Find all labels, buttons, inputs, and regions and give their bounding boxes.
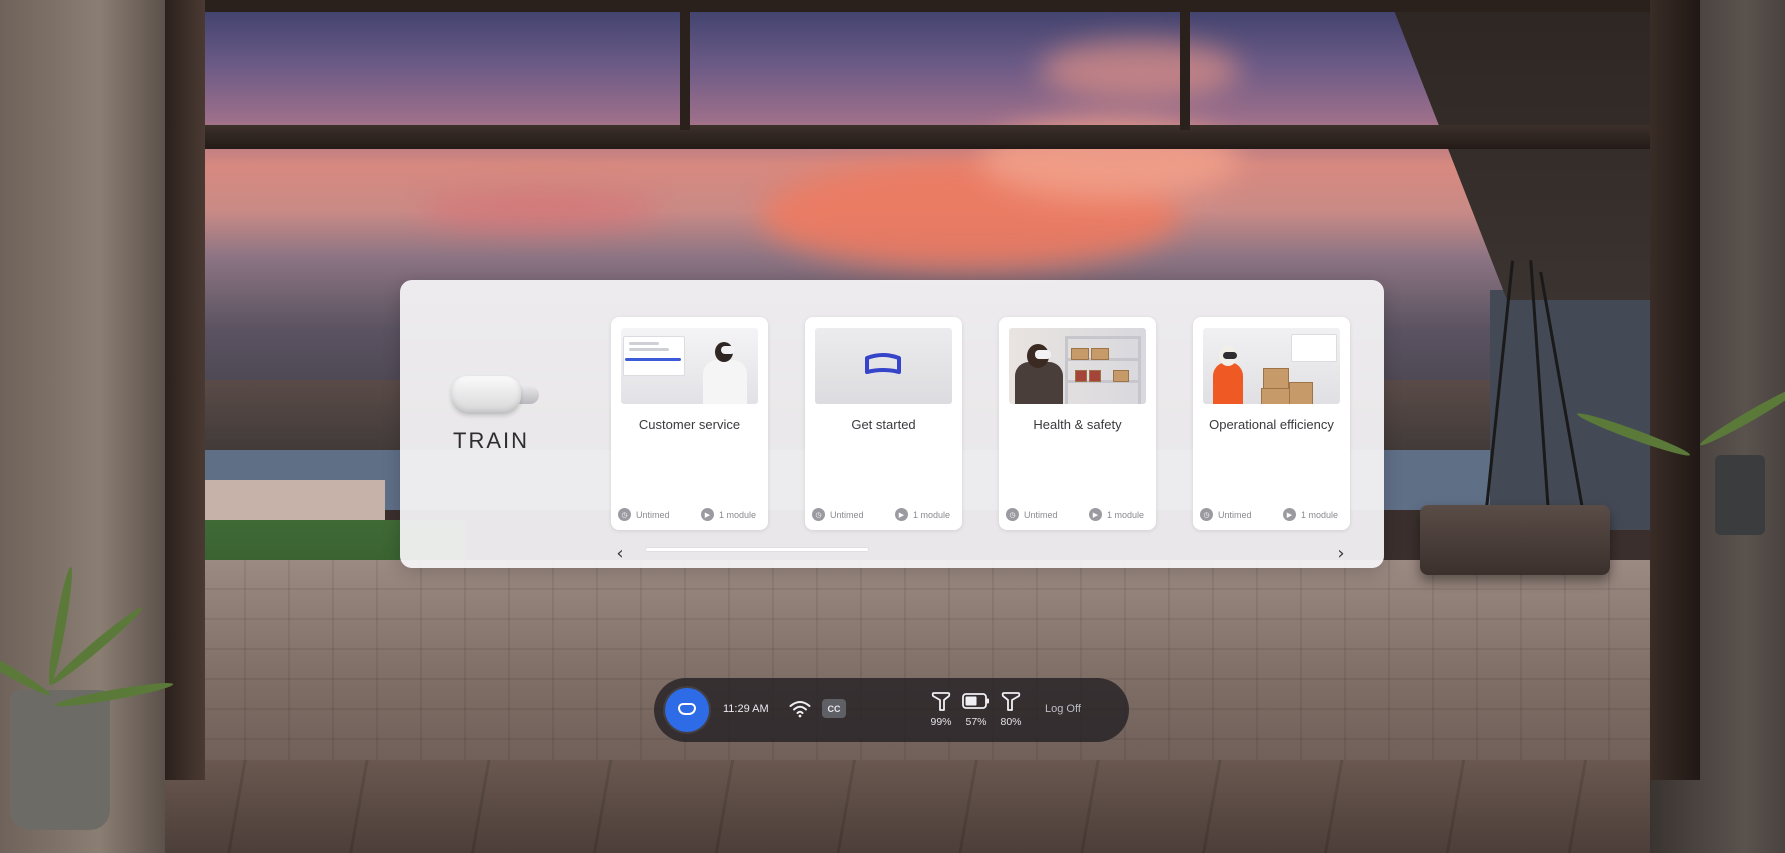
course-modules: ▶ 1 module <box>1089 508 1144 521</box>
duration-label: Untimed <box>1024 509 1058 520</box>
course-thumbnail <box>1203 328 1340 404</box>
system-taskbar: 11:29 AM CC 99% 57% 80% Log Off <box>654 678 1129 742</box>
course-modules: ▶ 1 module <box>701 508 756 521</box>
clock-time: 11:29 AM <box>723 703 769 715</box>
house <box>1490 290 1650 530</box>
modules-label: 1 module <box>1301 509 1339 520</box>
captions-button[interactable]: CC <box>822 699 846 718</box>
wifi-icon[interactable] <box>789 700 811 718</box>
headset-home-icon <box>678 703 696 715</box>
modules-label: 1 module <box>1107 509 1145 520</box>
right-controller-battery: 80% <box>1000 716 1022 728</box>
left-controller-status[interactable]: 99% <box>924 690 958 728</box>
play-icon: ▶ <box>1089 508 1102 521</box>
headset-battery-status[interactable]: 57% <box>959 690 993 728</box>
potted-plant <box>1715 455 1765 535</box>
headset-glyph-icon <box>865 353 901 374</box>
duration-label: Untimed <box>1218 509 1252 520</box>
duration-label: Untimed <box>636 509 670 520</box>
window-mullion <box>1180 0 1190 130</box>
carousel-scrollbar[interactable] <box>646 548 868 551</box>
battery-icon <box>962 693 989 709</box>
window-beam <box>165 125 1700 149</box>
potted-plant <box>10 690 110 830</box>
play-icon: ▶ <box>1283 508 1296 521</box>
course-duration: ◷ Untimed <box>1200 508 1252 521</box>
clock-icon: ◷ <box>812 508 825 521</box>
home-button[interactable] <box>665 688 709 732</box>
left-controller-battery: 99% <box>930 716 952 728</box>
course-thumbnail <box>815 328 952 404</box>
course-title: Get started <box>851 417 916 432</box>
clock-icon: ◷ <box>618 508 631 521</box>
cloud <box>1040 40 1240 100</box>
train-panel: TRAIN Customer service ◷ Untimed ▶ 1 mod… <box>400 280 1384 568</box>
course-duration: ◷ Untimed <box>812 508 864 521</box>
porch-floor <box>0 760 1785 853</box>
course-card-customer-service[interactable]: Customer service ◷ Untimed ▶ 1 module <box>611 317 768 530</box>
play-icon: ▶ <box>895 508 908 521</box>
modules-label: 1 module <box>913 509 951 520</box>
course-card-operational-efficiency[interactable]: Operational efficiency ◷ Untimed ▶ 1 mod… <box>1193 317 1350 530</box>
brand-label: TRAIN <box>453 428 529 453</box>
modules-label: 1 module <box>719 509 757 520</box>
right-controller-status[interactable]: 80% <box>994 690 1028 728</box>
log-off-button[interactable]: Log Off <box>1045 703 1081 715</box>
right-pillar <box>1650 0 1700 780</box>
course-title: Customer service <box>638 417 741 432</box>
play-icon: ▶ <box>701 508 714 521</box>
course-modules: ▶ 1 module <box>1283 508 1338 521</box>
scrollbar-thumb[interactable] <box>646 548 868 551</box>
controller-icon <box>1001 692 1021 711</box>
train-brand: TRAIN <box>436 372 546 454</box>
window-mullion <box>680 0 690 130</box>
controller-icon <box>931 692 951 711</box>
clock-icon: ◷ <box>1006 508 1019 521</box>
top-beam <box>165 0 1700 12</box>
left-pillar <box>165 0 205 780</box>
course-thumbnail <box>1009 328 1146 404</box>
duration-label: Untimed <box>830 509 864 520</box>
course-duration: ◷ Untimed <box>618 508 670 521</box>
course-title: Health & safety <box>1033 417 1122 432</box>
course-thumbnail <box>621 328 758 404</box>
course-card-get-started[interactable]: Get started ◷ Untimed ▶ 1 module <box>805 317 962 530</box>
cloud <box>420 190 660 230</box>
course-duration: ◷ Untimed <box>1006 508 1058 521</box>
clock-icon: ◷ <box>1200 508 1213 521</box>
carousel-next-button[interactable]: › <box>1330 542 1352 564</box>
course-modules: ▶ 1 module <box>895 508 950 521</box>
course-card-health-safety[interactable]: Health & safety ◷ Untimed ▶ 1 module <box>999 317 1156 530</box>
carousel-prev-button[interactable]: ‹ <box>609 542 631 564</box>
headset-battery-level: 57% <box>965 716 987 728</box>
porch-swing <box>1420 505 1610 575</box>
course-title: Operational efficiency <box>1209 417 1334 432</box>
headset-logo-icon <box>443 372 539 416</box>
